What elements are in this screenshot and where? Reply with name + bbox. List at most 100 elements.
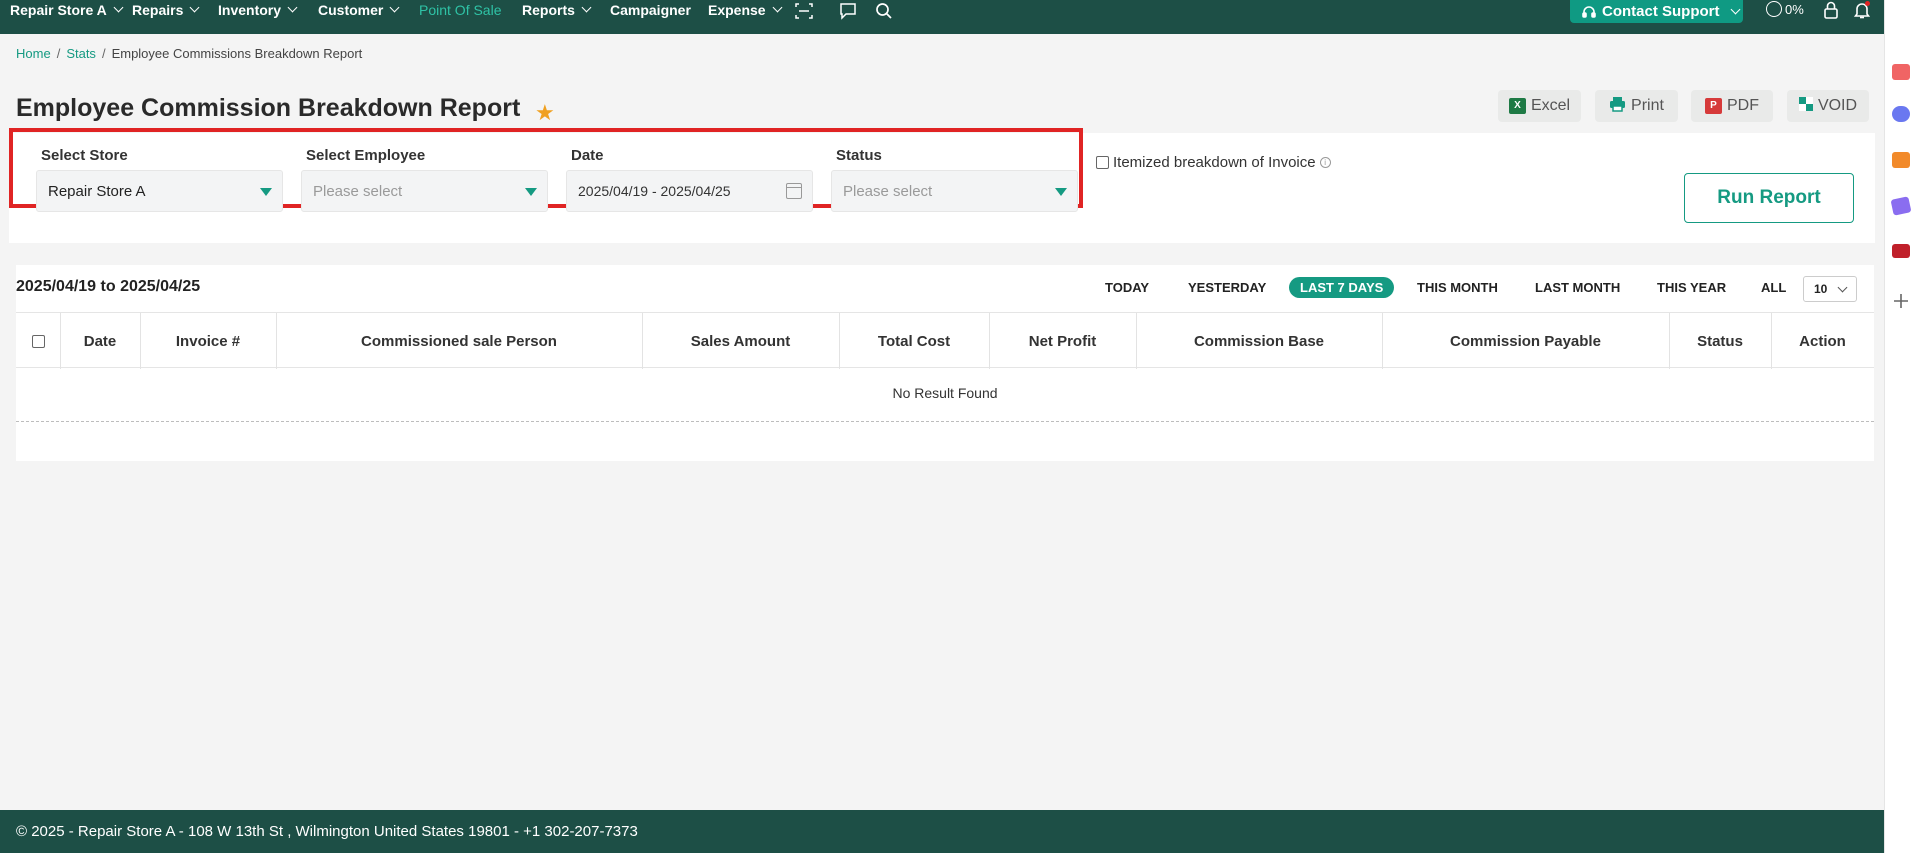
gift-icon[interactable]: [1892, 64, 1910, 80]
progress-indicator[interactable]: 0%: [1766, 0, 1804, 18]
col-date[interactable]: Date: [60, 313, 140, 369]
breadcrumb-stats[interactable]: Stats: [66, 46, 96, 61]
select-all-cell: [16, 313, 60, 369]
col-net-profit[interactable]: Net Profit: [989, 313, 1136, 369]
period-all[interactable]: ALL: [1761, 280, 1786, 295]
nav-inventory[interactable]: Inventory: [218, 0, 298, 34]
scan-icon[interactable]: [794, 1, 814, 21]
itemized-checkbox[interactable]: [1096, 156, 1109, 169]
status-select-placeholder: Please select: [843, 182, 933, 200]
note-icon[interactable]: [1892, 152, 1910, 168]
nav-point-of-sale-label: Point Of Sale: [419, 2, 502, 18]
breadcrumb: Home / Stats / Employee Commissions Brea…: [16, 46, 362, 61]
info-icon[interactable]: i: [1319, 157, 1331, 168]
progress-value: 0%: [1785, 1, 1804, 17]
progress-ring-icon: [1766, 1, 1782, 17]
store-select[interactable]: Repair Store A: [36, 170, 283, 212]
print-label: Print: [1631, 97, 1664, 114]
search-icon[interactable]: [874, 1, 894, 21]
col-sale-person[interactable]: Commissioned sale Person: [276, 313, 642, 369]
employee-select[interactable]: Please select: [301, 170, 548, 212]
pdf-button[interactable]: P PDF: [1691, 90, 1773, 122]
void-button[interactable]: VOID: [1787, 90, 1869, 122]
footer: © 2025 - Repair Store A - 108 W 13th St …: [0, 810, 1884, 853]
pdf-label: PDF: [1727, 97, 1759, 114]
nav-inventory-label: Inventory: [218, 2, 282, 18]
chevron-down-icon: [1837, 282, 1848, 293]
headset-icon: [1582, 5, 1596, 18]
date-filter-label: Date: [571, 147, 604, 164]
page-title: Employee Commission Breakdown Report: [16, 94, 521, 122]
dropdown-arrow-icon: [260, 188, 272, 196]
add-icon[interactable]: [1892, 292, 1910, 310]
col-commission-base[interactable]: Commission Base: [1136, 313, 1382, 369]
nav-expense[interactable]: Expense: [708, 0, 783, 34]
col-commission-payable[interactable]: Commission Payable: [1382, 313, 1669, 369]
chevron-down-icon: [1730, 4, 1740, 15]
lock-icon[interactable]: [1823, 1, 1839, 22]
breadcrumb-current: Employee Commissions Breakdown Report: [111, 46, 363, 61]
calendar-icon[interactable]: [786, 183, 802, 199]
contact-support-button[interactable]: Contact Support: [1570, 0, 1743, 23]
store-switcher-label: Repair Store A: [10, 2, 107, 18]
print-button[interactable]: Print: [1595, 90, 1678, 122]
chat-bubbles-icon[interactable]: [1892, 106, 1910, 122]
favorite-star-icon[interactable]: ★: [535, 100, 555, 126]
table-divider: [16, 421, 1874, 422]
date-range-input[interactable]: 2025/04/19 - 2025/04/25: [566, 170, 813, 212]
bell-icon[interactable]: [1853, 1, 1871, 22]
period-today[interactable]: TODAY: [1105, 280, 1149, 295]
breadcrumb-separator: /: [56, 46, 61, 61]
select-all-checkbox[interactable]: [31, 334, 45, 348]
period-last-month[interactable]: LAST MONTH: [1535, 280, 1620, 295]
void-label: VOID: [1817, 97, 1858, 114]
nav-expense-label: Expense: [708, 2, 766, 18]
nav-reports-label: Reports: [522, 2, 575, 18]
nav-point-of-sale[interactable]: Point Of Sale: [419, 0, 502, 34]
chevron-down-icon: [189, 2, 200, 13]
nav-repairs[interactable]: Repairs: [132, 0, 200, 34]
empty-message: No Result Found: [892, 385, 998, 401]
breadcrumb-home[interactable]: Home: [16, 46, 51, 61]
employee-select-placeholder: Please select: [313, 182, 403, 200]
page-size-select[interactable]: 10: [1803, 276, 1857, 302]
nav-reports[interactable]: Reports: [522, 0, 592, 34]
period-last-7-days[interactable]: LAST 7 DAYS: [1289, 277, 1395, 298]
breadcrumb-separator: /: [101, 46, 106, 61]
nav-campaigner[interactable]: Campaigner: [610, 0, 691, 34]
period-this-month[interactable]: THIS MONTH: [1417, 280, 1498, 295]
dropdown-arrow-icon: [1055, 188, 1067, 196]
void-icon: [1798, 96, 1813, 116]
store-filter-label: Select Store: [41, 147, 128, 164]
col-action: Action: [1799, 332, 1846, 350]
contact-support-label: Contact Support: [1602, 3, 1720, 20]
store-switcher[interactable]: Repair Store A: [10, 0, 124, 34]
employee-filter-label: Select Employee: [306, 147, 426, 164]
nav-customer[interactable]: Customer: [318, 0, 400, 34]
period-yesterday[interactable]: YESTERDAY: [1188, 280, 1266, 295]
col-invoice[interactable]: Invoice #: [140, 313, 276, 369]
excel-button[interactable]: X Excel: [1498, 90, 1581, 122]
nav-campaigner-label: Campaigner: [610, 2, 691, 18]
table-header: Date Invoice # Commissioned sale Person …: [16, 312, 1874, 369]
chevron-down-icon: [772, 2, 783, 13]
status-select[interactable]: Please select: [831, 170, 1078, 212]
right-side-panel: [1884, 0, 1915, 853]
top-nav: Repair Store A Repairs Inventory Custome…: [0, 0, 1902, 34]
store-select-value: Repair Store A: [48, 182, 146, 200]
period-this-year[interactable]: THIS YEAR: [1657, 280, 1726, 295]
printer-icon: [1609, 96, 1626, 117]
results-date-range: 2025/04/19 to 2025/04/25: [16, 278, 201, 295]
run-report-button[interactable]: Run Report: [1684, 173, 1854, 223]
itemized-option: Itemized breakdown of Invoice i: [1096, 154, 1331, 171]
tag-icon[interactable]: [1890, 196, 1912, 216]
dropdown-arrow-icon: [525, 188, 537, 196]
chat-icon[interactable]: [838, 1, 858, 21]
wallet-icon[interactable]: [1892, 244, 1910, 258]
excel-icon: X: [1508, 98, 1526, 114]
excel-label: Excel: [1530, 97, 1571, 114]
col-status[interactable]: Status: [1669, 313, 1771, 369]
col-total-cost[interactable]: Total Cost: [839, 313, 989, 369]
col-sales-amount[interactable]: Sales Amount: [642, 313, 839, 369]
date-range-value: 2025/04/19 - 2025/04/25: [578, 183, 731, 199]
